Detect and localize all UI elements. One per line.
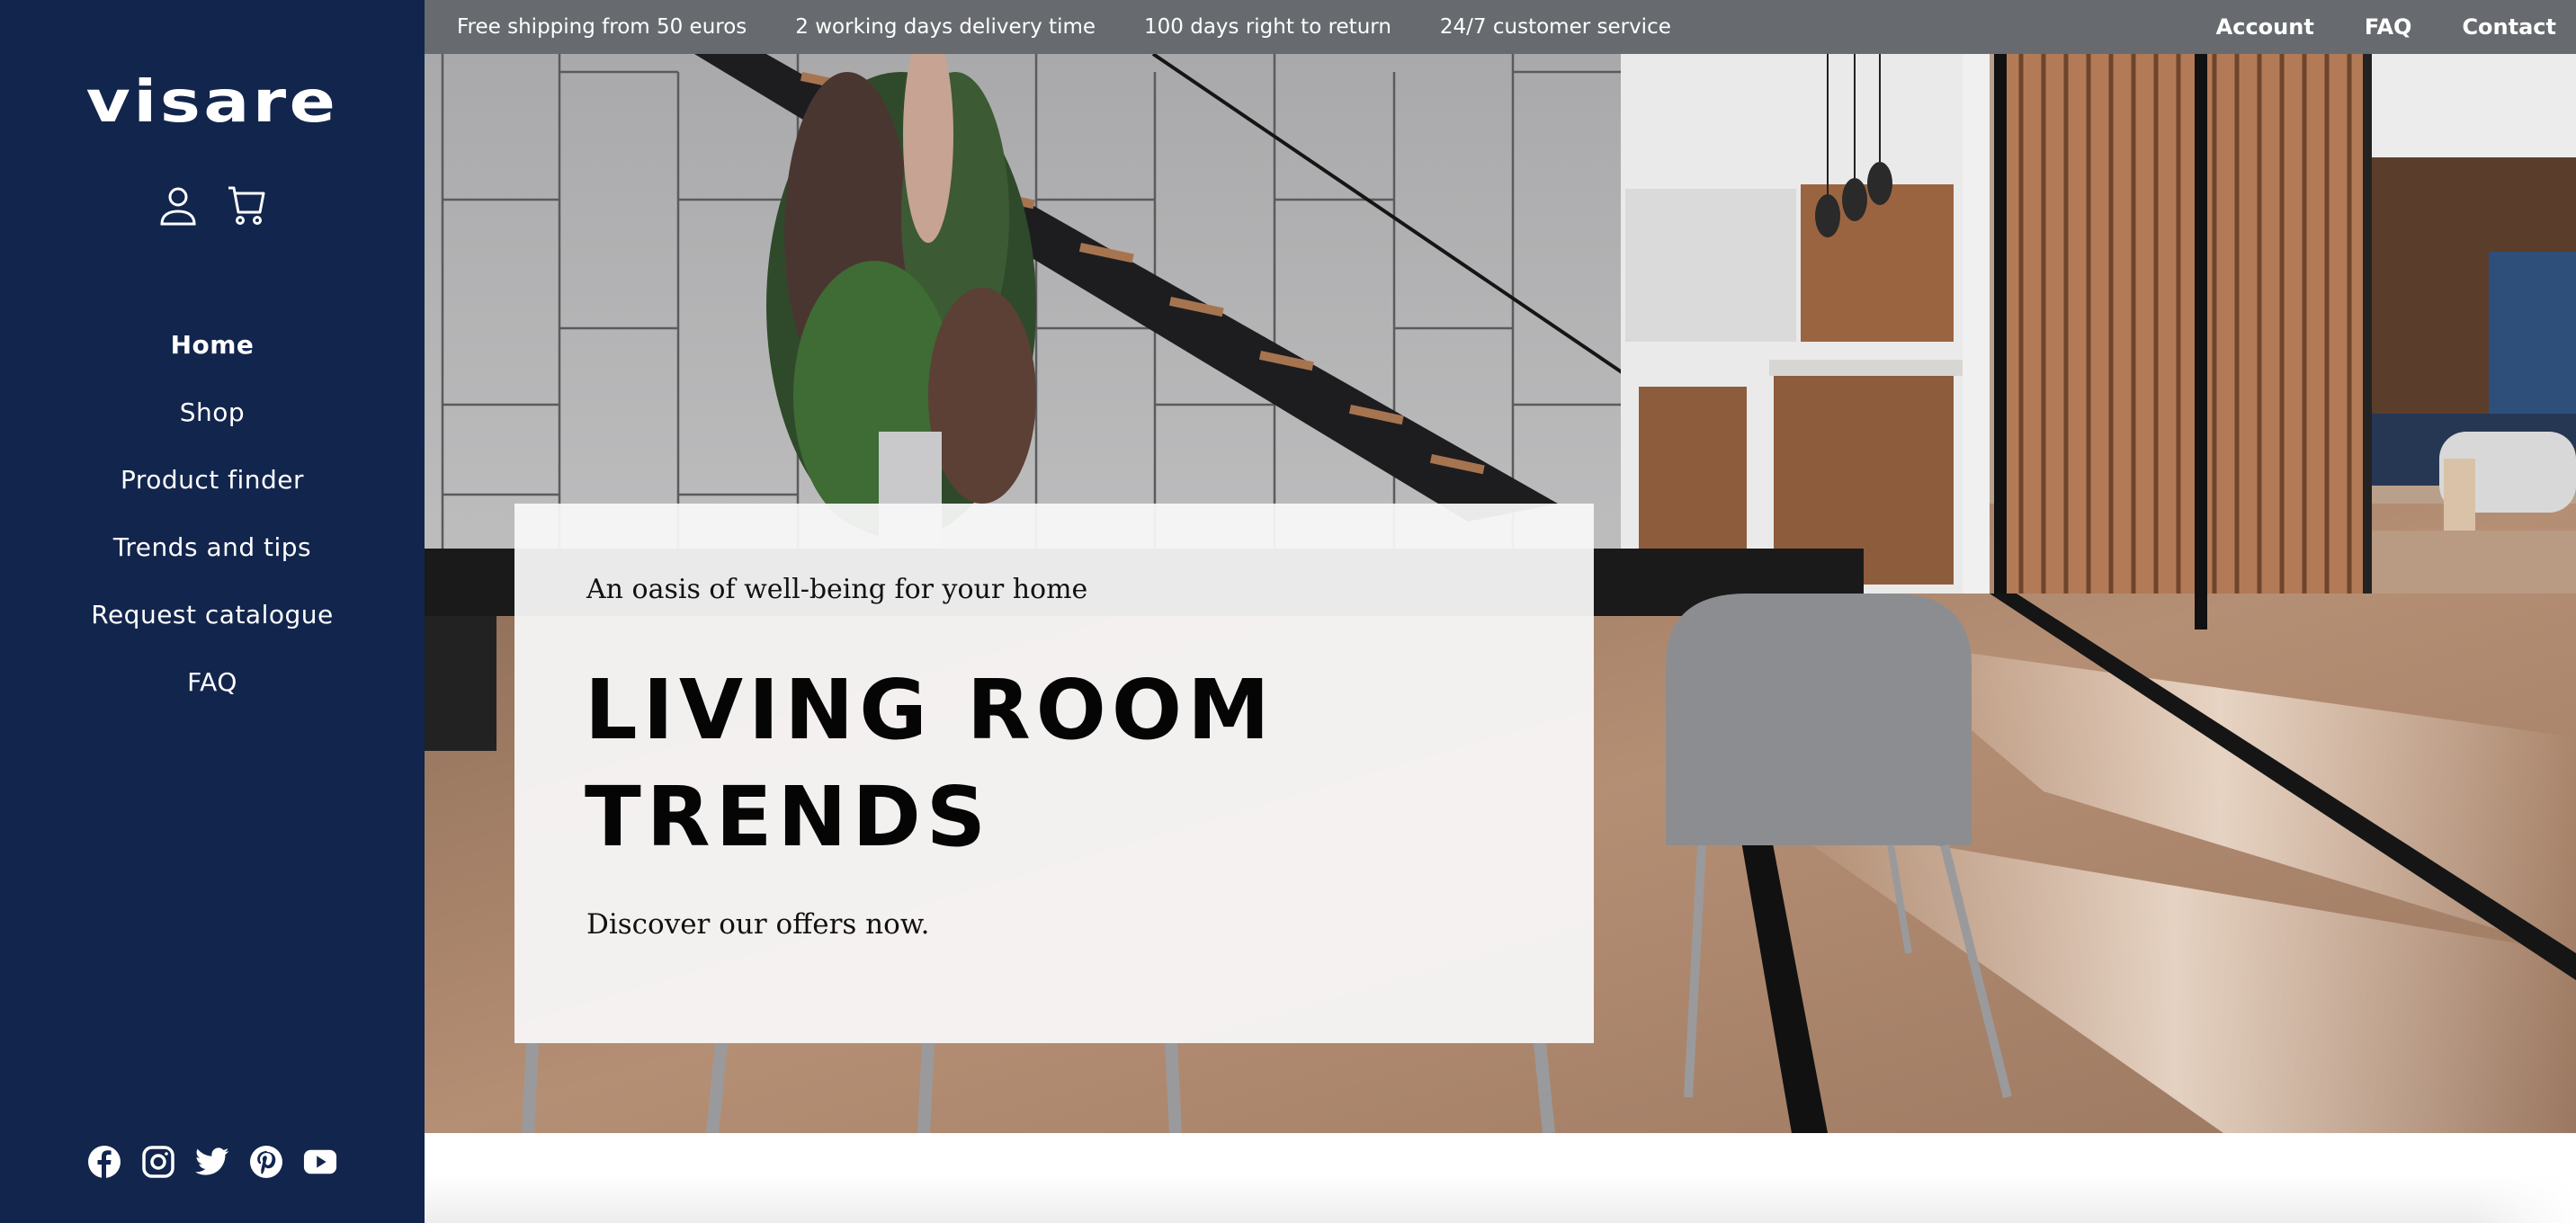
top-bar: Free shipping from 50 euros 2 working da… <box>425 0 2576 54</box>
hero-title-line-1: LIVING ROOM <box>585 662 1275 758</box>
youtube-icon <box>303 1149 337 1174</box>
hero-card: An oasis of well-being for your home LIV… <box>514 504 1594 1043</box>
youtube-link[interactable] <box>303 1144 337 1180</box>
usp-customer-service: 24/7 customer service <box>1439 15 1671 39</box>
top-links: Account FAQ Contact <box>2216 0 2556 54</box>
usp-return-policy: 100 days right to return <box>1144 15 1391 39</box>
instagram-icon <box>142 1146 174 1178</box>
sidebar-item-trends-and-tips[interactable]: Trends and tips <box>113 532 311 562</box>
top-link-contact[interactable]: Contact <box>2462 14 2556 40</box>
hero-banner[interactable]: An oasis of well-being for your home LIV… <box>425 54 2576 1133</box>
twitter-icon <box>195 1147 229 1175</box>
header-icons <box>0 185 425 227</box>
usp-delivery-time: 2 working days delivery time <box>795 15 1096 39</box>
hero-subtitle: An oasis of well-being for your home <box>586 574 1088 605</box>
pinterest-icon <box>250 1146 282 1178</box>
hero-cta-link[interactable]: Discover our offers now. <box>586 908 930 941</box>
facebook-link[interactable] <box>87 1144 121 1180</box>
sidebar-item-faq[interactable]: FAQ <box>187 667 237 697</box>
twitter-link[interactable] <box>195 1144 229 1180</box>
cart-button[interactable] <box>227 185 266 227</box>
logo[interactable]: visare <box>0 70 462 135</box>
instagram-link[interactable] <box>141 1144 175 1180</box>
account-button[interactable] <box>158 185 198 227</box>
usp-free-shipping: Free shipping from 50 euros <box>457 15 747 39</box>
social-links <box>0 1144 425 1180</box>
sidebar-item-request-catalogue[interactable]: Request catalogue <box>91 600 333 629</box>
hero-title-line-2: TRENDS <box>585 769 992 865</box>
user-icon <box>160 187 196 226</box>
hero-title: LIVING ROOM TRENDS <box>585 656 1484 870</box>
pinterest-link[interactable] <box>249 1144 283 1180</box>
top-link-faq[interactable]: FAQ <box>2365 14 2412 40</box>
top-link-account[interactable]: Account <box>2216 14 2314 40</box>
usp-list: Free shipping from 50 euros 2 working da… <box>457 0 1671 54</box>
cart-icon <box>228 186 265 225</box>
content-below-hero <box>425 1133 2576 1223</box>
facebook-icon <box>88 1146 121 1178</box>
sidebar-nav: Home Shop Product finder Trends and tips… <box>0 326 425 730</box>
sidebar: visare Home Shop Product finder Trends a… <box>0 0 425 1223</box>
sidebar-item-shop[interactable]: Shop <box>180 397 245 427</box>
sidebar-item-product-finder[interactable]: Product finder <box>121 465 304 495</box>
sidebar-item-home[interactable]: Home <box>171 330 255 360</box>
